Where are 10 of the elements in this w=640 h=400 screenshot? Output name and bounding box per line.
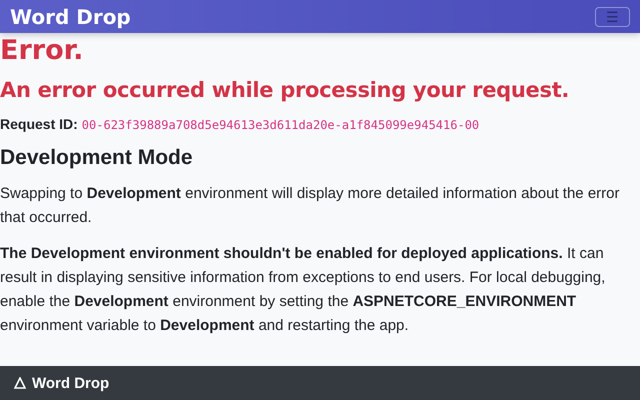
error-message: An error occurred while processing your request. xyxy=(0,78,570,102)
paragraph: The Development environment shouldn't be enabled for deployed applications. It can result in displaying sensitive information from exceptions to end users. For local debugging, enable the Development environment by setting the ASPNETCORE_ENVIRONMENT environment variable to Development and restarting the app. xyxy=(0,244,606,336)
brand-logo[interactable]: Word Drop xyxy=(10,4,131,28)
paragraph: Swapping to Development environment will display more detailed information about the error that occurred. xyxy=(0,184,620,228)
section-heading: Development Mode xyxy=(0,146,194,170)
footer-brand[interactable]: Word Drop xyxy=(32,374,110,392)
error-title: Error. xyxy=(0,35,84,66)
request-id: 00-623f39889a708d5e94613e3d611da20e-a1f845099e945416-00 xyxy=(82,118,480,132)
request-id-label: Request ID: xyxy=(0,116,78,132)
triangle-icon xyxy=(14,377,26,389)
